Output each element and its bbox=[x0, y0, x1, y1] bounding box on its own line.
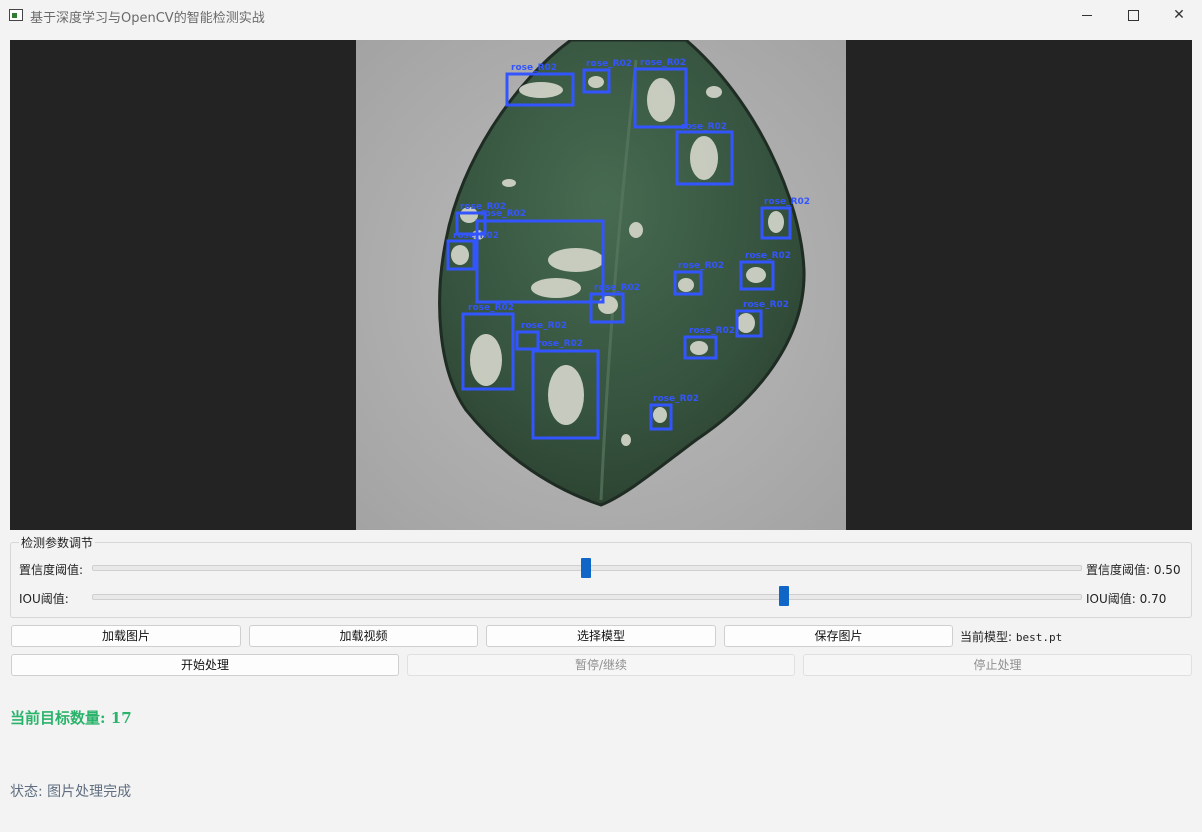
iou-value: IOU阈值: 0.70 bbox=[1086, 592, 1167, 606]
detection-params-group: 检测参数调节 置信度阈值: 置信度阈值: 0.50 IOU阈值: IOU阈值: … bbox=[10, 534, 1192, 618]
maximize-icon bbox=[1127, 9, 1139, 21]
detection-label: rose_R02 bbox=[521, 321, 567, 331]
close-button[interactable]: ✕ bbox=[1156, 0, 1202, 32]
save-image-button[interactable]: 保存图片 bbox=[724, 625, 953, 647]
close-icon: ✕ bbox=[1173, 7, 1185, 23]
confidence-value: 置信度阈值: 0.50 bbox=[1086, 563, 1181, 577]
detection-label: rose_R02 bbox=[453, 231, 499, 241]
current-model-name: best.pt bbox=[1015, 631, 1063, 644]
detection-label: rose_R02 bbox=[640, 58, 686, 68]
detection-label: rose_R02 bbox=[653, 394, 699, 404]
detection-label: rose_R02 bbox=[678, 261, 724, 271]
stop-button[interactable]: 停止处理 bbox=[803, 654, 1192, 676]
current-model-prefix: 当前模型: bbox=[960, 630, 1013, 644]
detection-label: rose_R02 bbox=[586, 59, 632, 69]
detection-image: rose_R02 rose_R02 rose_R02 rose_R02 rose… bbox=[356, 40, 846, 530]
start-button[interactable]: 开始处理 bbox=[11, 654, 399, 676]
detection-label: rose_R02 bbox=[743, 300, 789, 310]
detection-label: rose_R02 bbox=[745, 251, 791, 261]
detection-label: rose_R02 bbox=[681, 122, 727, 132]
confidence-label: 置信度阈值: bbox=[19, 563, 84, 577]
detection-label: rose_R02 bbox=[594, 283, 640, 293]
detection-label: rose_R02 bbox=[468, 303, 514, 313]
iou-slider-handle[interactable] bbox=[778, 586, 789, 606]
detection-label: rose_R02 bbox=[537, 339, 583, 349]
minimize-button[interactable] bbox=[1064, 0, 1110, 32]
load-image-button[interactable]: 加载图片 bbox=[11, 625, 241, 647]
detection-label: rose_R02 bbox=[689, 326, 735, 336]
current-model-label: 当前模型: best.pt bbox=[960, 628, 1062, 645]
detection-label: rose_R02 bbox=[480, 209, 526, 219]
detection-label: rose_R02 bbox=[511, 63, 557, 73]
confidence-slider-handle[interactable] bbox=[581, 558, 591, 578]
app-icon bbox=[9, 9, 23, 21]
group-title: 检测参数调节 bbox=[19, 534, 96, 551]
status-text: 状态: 图片处理完成 bbox=[10, 784, 132, 800]
detection-label: rose_R02 bbox=[764, 197, 810, 207]
load-video-button[interactable]: 加载视频 bbox=[249, 625, 478, 647]
window-title: 基于深度学习与OpenCV的智能检测实战 bbox=[30, 11, 265, 26]
select-model-button[interactable]: 选择模型 bbox=[486, 625, 716, 647]
target-count: 当前目标数量: 17 bbox=[10, 709, 132, 727]
minimize-icon bbox=[1082, 14, 1092, 16]
pause-resume-button[interactable]: 暂停/继续 bbox=[407, 654, 795, 676]
title-bar: 基于深度学习与OpenCV的智能检测实战 ✕ bbox=[0, 0, 1202, 32]
image-display: rose_R02 rose_R02 rose_R02 rose_R02 rose… bbox=[10, 40, 1192, 530]
iou-slider[interactable] bbox=[92, 594, 1082, 600]
iou-label: IOU阈值: bbox=[19, 592, 69, 606]
maximize-button[interactable] bbox=[1110, 0, 1156, 32]
